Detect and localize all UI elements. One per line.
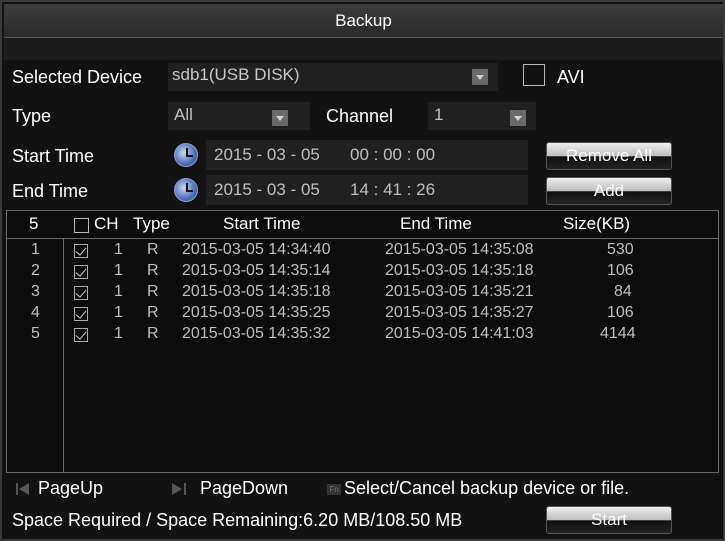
table-row[interactable]: 4 1 R 2015-03-05 14:35:25 2015-03-05 14:… xyxy=(7,304,718,325)
clock-icon[interactable] xyxy=(174,143,198,167)
channel-label: Channel xyxy=(326,106,394,126)
end-clock[interactable]: 14 : 41 : 26 xyxy=(350,180,435,200)
start-time-label: Start Time xyxy=(12,146,95,166)
row-size: 530 xyxy=(607,241,634,258)
header-start-time: Start Time xyxy=(223,214,301,233)
row-type: R xyxy=(147,325,159,342)
select-all-checkbox[interactable] xyxy=(74,218,89,233)
row-size: 84 xyxy=(614,283,632,300)
hint-text: Select/Cancel backup device or file. xyxy=(344,478,630,498)
row-checkbox[interactable] xyxy=(74,286,88,300)
start-button[interactable]: Start xyxy=(546,506,672,534)
page-up-icon xyxy=(16,482,30,496)
row-ch: 1 xyxy=(114,262,123,279)
row-type: R xyxy=(147,283,159,300)
remove-all-button[interactable]: Remove All xyxy=(546,142,672,170)
page-down-label[interactable]: PageDown xyxy=(200,478,288,499)
chevron-down-icon xyxy=(510,110,526,126)
row-end: 2015-03-05 14:35:08 xyxy=(385,241,534,258)
row-ch: 1 xyxy=(114,241,123,258)
page-down-icon xyxy=(172,482,186,496)
row-type: R xyxy=(147,304,159,321)
fn-key-icon: Fn xyxy=(327,484,341,495)
start-time-field[interactable]: 2015 - 03 - 05 00 : 00 : 00 xyxy=(206,140,528,170)
table-row[interactable]: 2 1 R 2015-03-05 14:35:14 2015-03-05 14:… xyxy=(7,262,718,283)
row-size: 106 xyxy=(607,304,634,321)
header-end-time: End Time xyxy=(400,214,472,233)
avi-checkbox[interactable] xyxy=(523,64,545,86)
device-dropdown[interactable]: sdb1(USB DISK) xyxy=(168,63,498,91)
device-value: sdb1(USB DISK) xyxy=(172,65,300,84)
table-row[interactable]: 5 1 R 2015-03-05 14:35:32 2015-03-05 14:… xyxy=(7,325,718,346)
start-clock[interactable]: 00 : 00 : 00 xyxy=(350,145,435,165)
type-value: All xyxy=(174,105,193,124)
chevron-down-icon xyxy=(472,69,488,85)
row-start: 2015-03-05 14:35:14 xyxy=(182,262,331,279)
header-count: 5 xyxy=(29,214,39,233)
row-index: 4 xyxy=(31,304,40,321)
row-checkbox[interactable] xyxy=(74,244,88,258)
header-ch: CH xyxy=(94,214,119,233)
table-row[interactable]: 3 1 R 2015-03-05 14:35:18 2015-03-05 14:… xyxy=(7,283,718,304)
space-info: Space Required / Space Remaining:6.20 MB… xyxy=(12,510,463,530)
row-index: 5 xyxy=(31,325,40,342)
clock-icon[interactable] xyxy=(174,178,198,202)
row-size: 4144 xyxy=(600,325,636,342)
row-index: 1 xyxy=(31,241,40,258)
row-checkbox[interactable] xyxy=(74,328,88,342)
row-start: 2015-03-05 14:34:40 xyxy=(182,241,331,258)
title-stripe xyxy=(4,38,723,60)
header-type: Type xyxy=(133,214,170,233)
end-time-label: End Time xyxy=(12,181,89,201)
row-index: 2 xyxy=(31,262,40,279)
row-size: 106 xyxy=(607,262,634,279)
end-time-field[interactable]: 2015 - 03 - 05 14 : 41 : 26 xyxy=(206,175,528,205)
channel-value: 1 xyxy=(434,105,444,124)
chevron-down-icon xyxy=(272,110,288,126)
row-end: 2015-03-05 14:41:03 xyxy=(385,325,534,342)
row-ch: 1 xyxy=(114,325,123,342)
row-checkbox[interactable] xyxy=(74,307,88,321)
page-up-label[interactable]: PageUp xyxy=(38,478,103,499)
table-header: 5 CH Type Start Time End Time Size(KB) xyxy=(7,211,718,239)
selected-device-label: Selected Device xyxy=(12,67,143,87)
row-type: R xyxy=(147,262,159,279)
end-date[interactable]: 2015 - 03 - 05 xyxy=(214,180,320,200)
row-start: 2015-03-05 14:35:32 xyxy=(182,325,331,342)
row-checkbox[interactable] xyxy=(74,265,88,279)
channel-dropdown[interactable]: 1 xyxy=(428,102,536,130)
add-button[interactable]: Add xyxy=(546,177,672,205)
row-end: 2015-03-05 14:35:18 xyxy=(385,262,534,279)
window-title: Backup xyxy=(335,11,392,30)
row-start: 2015-03-05 14:35:18 xyxy=(182,283,331,300)
table-row[interactable]: 1 1 R 2015-03-05 14:34:40 2015-03-05 14:… xyxy=(7,241,718,262)
type-dropdown[interactable]: All xyxy=(168,102,310,130)
avi-label: AVI xyxy=(557,67,585,87)
row-start: 2015-03-05 14:35:25 xyxy=(182,304,331,321)
row-ch: 1 xyxy=(114,283,123,300)
row-end: 2015-03-05 14:35:21 xyxy=(385,283,534,300)
row-type: R xyxy=(147,241,159,258)
file-table: 5 CH Type Start Time End Time Size(KB) 1… xyxy=(6,210,719,473)
start-date[interactable]: 2015 - 03 - 05 xyxy=(214,145,320,165)
row-end: 2015-03-05 14:35:27 xyxy=(385,304,534,321)
row-index: 3 xyxy=(31,283,40,300)
header-size: Size(KB) xyxy=(563,214,631,233)
type-label: Type xyxy=(12,106,52,126)
title-bar: Backup xyxy=(4,4,723,38)
row-ch: 1 xyxy=(114,304,123,321)
